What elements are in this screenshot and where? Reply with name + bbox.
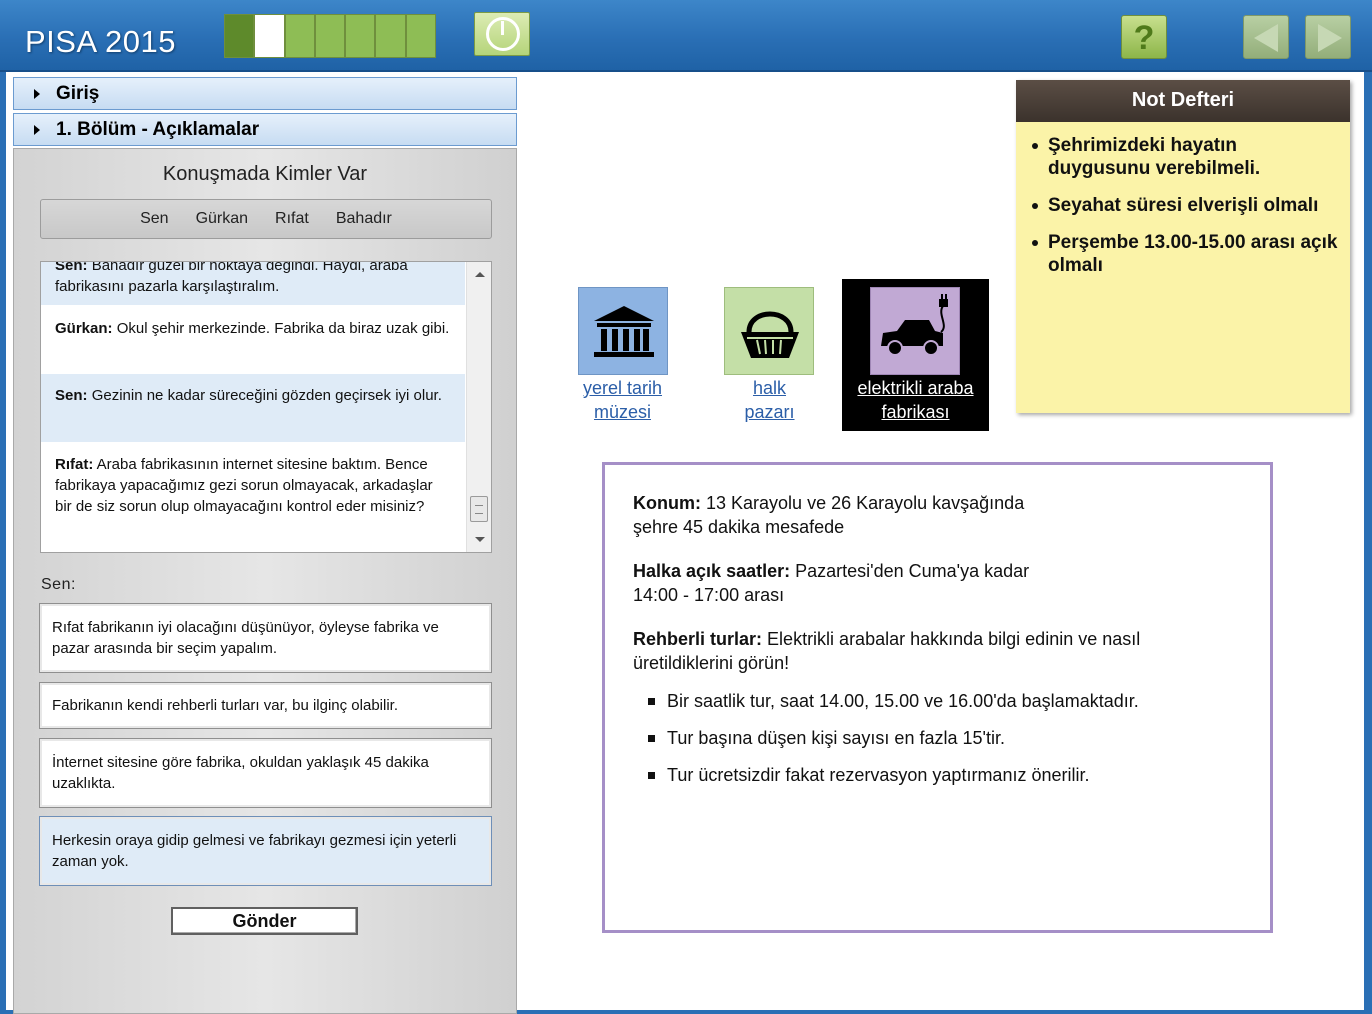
arrow-right-icon bbox=[1318, 24, 1342, 52]
progress-segment bbox=[315, 15, 347, 57]
frame-border-left bbox=[0, 72, 6, 1014]
chat-scroll-area: Sen: Bahadır güzel bir noktaya değindi. … bbox=[41, 262, 465, 552]
progress-segment bbox=[255, 15, 286, 57]
chat-message: Sen: Gezinin ne kadar süreceğini gözden … bbox=[41, 374, 465, 442]
caret-right-icon bbox=[34, 89, 40, 99]
chat-text: Bahadır güzel bir noktaya değindi. Haydi… bbox=[55, 262, 408, 295]
place-caption-line: halk bbox=[752, 378, 787, 398]
place-caption-line: fabrikası bbox=[881, 402, 950, 422]
scroll-thumb[interactable] bbox=[470, 496, 488, 522]
timer-button[interactable] bbox=[474, 12, 530, 56]
notebook-item: Şehrimizdeki hayatın duygusunu verebilme… bbox=[1032, 134, 1350, 180]
info-bullet-list: Bir saatlik tur, saat 14.00, 15.00 ve 16… bbox=[633, 689, 1242, 787]
response-option-text: İnternet sitesine göre fabrika, okuldan … bbox=[52, 754, 429, 792]
progress-segment bbox=[406, 15, 435, 57]
info-label: Konum: bbox=[633, 493, 701, 513]
response-option[interactable]: Rıfat fabrikanın iyi olacağını düşünüyor… bbox=[39, 603, 492, 673]
info-text: üretildiklerini görün! bbox=[633, 653, 790, 673]
museum-icon bbox=[578, 287, 668, 375]
info-location: Konum: 13 Karayolu ve 26 Karayolu kavşağ… bbox=[633, 491, 1242, 539]
progress-bar bbox=[224, 14, 436, 58]
participant-name: Bahadır bbox=[335, 210, 392, 227]
place-caption[interactable]: elektrikli araba fabrikası bbox=[842, 376, 989, 424]
chat-speaker: Rıfat: bbox=[55, 456, 94, 473]
participant-name: Rıfat bbox=[275, 210, 309, 227]
response-option[interactable]: İnternet sitesine göre fabrika, okuldan … bbox=[39, 738, 492, 808]
response-label: Sen: bbox=[41, 576, 76, 593]
next-button[interactable] bbox=[1305, 15, 1351, 59]
chat-message: Gürkan: Okul şehir merkezinde. Fabrika d… bbox=[41, 305, 465, 374]
progress-segment bbox=[225, 15, 256, 57]
scroll-down-icon[interactable] bbox=[475, 537, 485, 542]
notebook-list: Şehrimizdeki hayatın duygusunu verebilme… bbox=[1016, 122, 1350, 277]
section-header-giris[interactable]: Giriş bbox=[13, 77, 517, 110]
scroll-up-icon[interactable] bbox=[475, 272, 485, 277]
section-label: Giriş bbox=[56, 83, 100, 104]
progress-segment bbox=[346, 15, 377, 57]
place-electric-car-factory[interactable]: elektrikli araba fabrikası bbox=[842, 279, 989, 431]
section-header-bolum-1[interactable]: 1. Bölüm - Açıklamalar bbox=[13, 113, 517, 146]
caret-right-icon bbox=[34, 125, 40, 135]
electric-car-icon bbox=[870, 287, 960, 375]
chat-message: Rıfat: Araba fabrikasının internet sites… bbox=[41, 442, 465, 552]
arrow-left-icon bbox=[1254, 24, 1278, 52]
chat-text: Araba fabrikasının internet sitesine bak… bbox=[55, 456, 433, 515]
basket-icon bbox=[724, 287, 814, 375]
back-button[interactable] bbox=[1243, 15, 1289, 59]
notebook-title: Not Defteri bbox=[1016, 80, 1350, 122]
place-caption[interactable]: yerel tarih müzesi bbox=[565, 376, 680, 424]
place-market[interactable]: halk pazarı bbox=[712, 286, 827, 431]
participants-bar: Sen Gürkan Rıfat Bahadır bbox=[40, 199, 492, 239]
place-caption-line: elektrikli araba bbox=[857, 378, 974, 398]
info-bullet: Bir saatlik tur, saat 14.00, 15.00 ve 16… bbox=[648, 689, 1242, 713]
chat-text: Okul şehir merkezinde. Fabrika da biraz … bbox=[116, 320, 450, 337]
info-hours: Halka açık saatler: Pazartesi'den Cuma'y… bbox=[633, 559, 1242, 607]
response-option-selected[interactable]: Herkesin oraya gidip gelmesi ve fabrikay… bbox=[39, 816, 492, 886]
response-option-text: Rıfat fabrikanın iyi olacağını düşünüyor… bbox=[52, 619, 439, 657]
info-tours: Rehberli turlar: Elektrikli arabalar hak… bbox=[633, 627, 1242, 675]
chat-text: Gezinin ne kadar süreceğini gözden geçir… bbox=[91, 387, 442, 404]
place-caption-line: yerel tarih bbox=[582, 378, 663, 398]
place-museum[interactable]: yerel tarih müzesi bbox=[565, 286, 680, 431]
info-bullet: Tur ücretsizdir fakat rezervasyon yaptır… bbox=[648, 763, 1242, 787]
frame-border-right bbox=[1364, 72, 1372, 1014]
chat-message: Sen: Bahadır güzel bir noktaya değindi. … bbox=[41, 262, 465, 305]
chat-scrollbar[interactable] bbox=[466, 262, 491, 552]
notebook-item: Perşembe 13.00-15.00 arası açık olmalı bbox=[1032, 231, 1350, 277]
notebook-item: Seyahat süresi elverişli olmalı bbox=[1032, 194, 1350, 217]
question-mark-icon: ? bbox=[1133, 19, 1155, 57]
place-info-box: Konum: 13 Karayolu ve 26 Karayolu kavşağ… bbox=[602, 462, 1273, 933]
top-bar: PISA 2015 ? bbox=[0, 0, 1372, 72]
info-text: 13 Karayolu ve 26 Karayolu kavşağında bbox=[706, 493, 1025, 513]
conversation-title: Konuşmada Kimler Var bbox=[162, 163, 368, 185]
submit-button[interactable]: Gönder bbox=[171, 907, 358, 935]
info-label: Rehberli turlar: bbox=[633, 629, 763, 649]
participant-name: Gürkan bbox=[195, 210, 249, 227]
response-option-text: Fabrikanın kendi rehberli turları var, b… bbox=[52, 697, 399, 714]
info-text: şehre 45 dakika mesafede bbox=[633, 517, 845, 537]
response-option-text: Herkesin oraya gidip gelmesi ve fabrikay… bbox=[52, 832, 457, 870]
app-title: PISA 2015 bbox=[25, 24, 177, 59]
response-option[interactable]: Fabrikanın kendi rehberli turları var, b… bbox=[39, 682, 492, 729]
progress-segment bbox=[285, 15, 316, 57]
help-button[interactable]: ? bbox=[1121, 15, 1167, 59]
place-caption[interactable]: halk pazarı bbox=[712, 376, 827, 424]
info-text: Pazartesi'den Cuma'ya kadar bbox=[795, 561, 1030, 581]
chat-speaker: Sen: bbox=[55, 262, 88, 274]
place-caption-line: müzesi bbox=[593, 402, 651, 422]
progress-segment bbox=[376, 15, 407, 57]
info-text: 14:00 - 17:00 arası bbox=[633, 585, 785, 605]
chat-log[interactable]: Sen: Bahadır güzel bir noktaya değindi. … bbox=[40, 261, 492, 553]
info-text: Elektrikli arabalar hakkında bilgi edini… bbox=[767, 629, 1141, 649]
place-caption-line: pazarı bbox=[744, 402, 795, 422]
clock-hand bbox=[501, 21, 504, 35]
conversation-panel: Konuşmada Kimler Var Sen Gürkan Rıfat Ba… bbox=[13, 148, 517, 1014]
chat-speaker: Sen: bbox=[55, 387, 88, 404]
section-label: 1. Bölüm - Açıklamalar bbox=[56, 119, 260, 140]
chat-speaker: Gürkan: bbox=[55, 320, 113, 337]
notebook-panel: Not Defteri Şehrimizdeki hayatın duygusu… bbox=[1016, 80, 1350, 413]
info-label: Halka açık saatler: bbox=[633, 561, 791, 581]
participant-name: Sen bbox=[140, 210, 169, 227]
info-bullet: Tur başına düşen kişi sayısı en fazla 15… bbox=[648, 726, 1242, 750]
